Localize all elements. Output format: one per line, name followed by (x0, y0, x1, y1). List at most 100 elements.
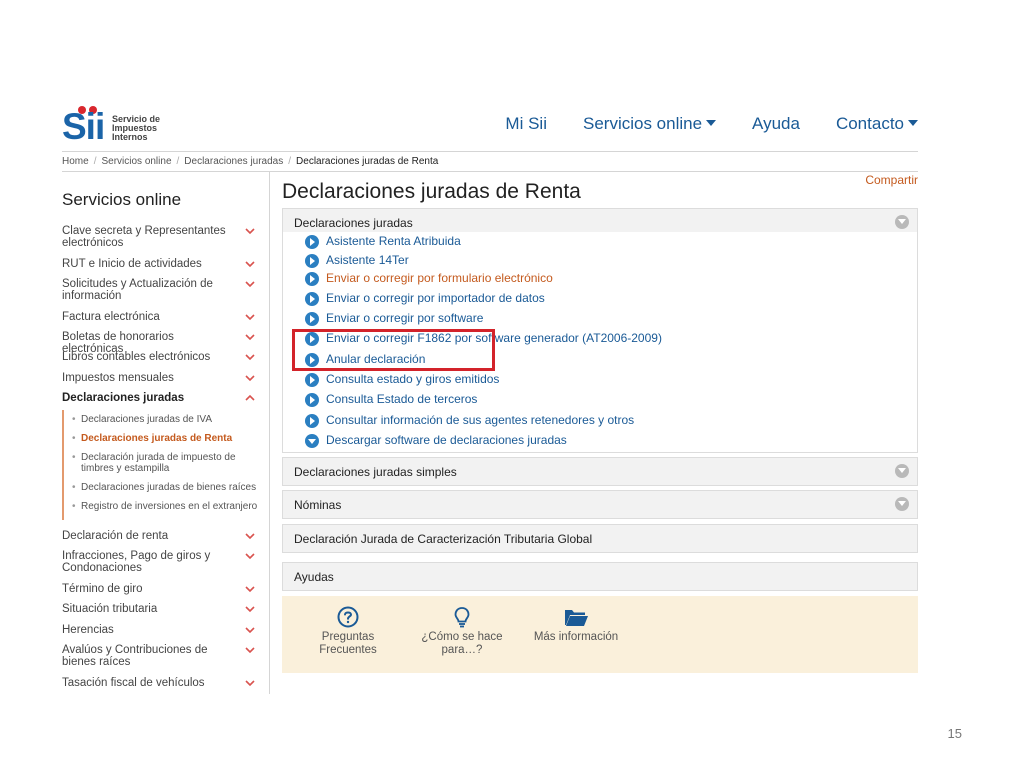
link-text: Enviar o corregir por software (326, 311, 484, 325)
nav-label: Mi Sii (505, 114, 547, 133)
chevron-down-icon (245, 334, 255, 341)
link-text: Enviar o corregir por formulario electró… (326, 271, 553, 285)
aid-label: para…? (441, 644, 483, 656)
link-text: Consulta Estado de terceros (326, 392, 478, 406)
nav-label: Servicios online (582, 114, 703, 133)
aid-mas-informacion[interactable]: Más información (530, 606, 622, 644)
chevron-down-icon (245, 553, 255, 560)
submenu-item-label: Declaración jurada de impuesto de timbre… (81, 452, 236, 474)
expand-toggle-icon[interactable] (895, 464, 909, 478)
panel-label: Nóminas (294, 498, 342, 512)
folder-open-icon (565, 610, 588, 626)
nav-ayuda[interactable]: Ayuda (716, 114, 800, 134)
breadcrumb-servicios[interactable]: Servicios online (101, 156, 171, 167)
panel-header[interactable]: Declaración Jurada de Caracterización Tr… (283, 525, 917, 552)
ayudas-box: Preguntas Frecuentes ¿Cómo se hace para…… (282, 596, 918, 673)
breadcrumb-separator: / (288, 156, 292, 167)
arrow-right-circle-icon (305, 373, 319, 387)
main-nav: Mi Sii Servicios online Ayuda Contacto (469, 114, 918, 134)
sidebar-item-label: Término de giro (62, 583, 143, 595)
sidebar-item-declaraciones-juradas[interactable]: Declaraciones juradas (62, 392, 262, 404)
chevron-down-icon (245, 375, 255, 382)
sidebar-item-declaracion-renta[interactable]: Declaración de renta (62, 530, 262, 542)
slide-number: 15 (947, 726, 962, 741)
sidebar-item-avaluos[interactable]: Avalúos y Contribuciones de bienes raíce… (62, 644, 262, 668)
panel-header[interactable]: Nóminas (283, 491, 917, 518)
sidebar-item-impuestos[interactable]: Impuestos mensuales (62, 372, 262, 384)
sii-logo[interactable]: Sii Servicio de Impuestos Internos (62, 106, 172, 146)
nav-servicios-online[interactable]: Servicios online (547, 114, 717, 134)
sidebar-item-label: Impuestos mensuales (62, 372, 174, 384)
sidebar-item-situacion[interactable]: Situación tributaria (62, 603, 262, 615)
panel-ayudas[interactable]: Ayudas (282, 562, 918, 591)
arrow-right-circle-icon (305, 254, 319, 268)
nav-contacto[interactable]: Contacto (800, 114, 918, 134)
sidebar-item-herencias[interactable]: Herencias (62, 624, 262, 636)
aid-label: Frecuentes (319, 644, 377, 656)
submenu-item-inversiones[interactable]: Registro de inversiones en el extranjero (72, 501, 258, 512)
page-title: Declaraciones juradas de Renta (282, 180, 581, 203)
sidebar-item-tasacion[interactable]: Tasación fiscal de vehículos (62, 677, 262, 689)
aid-como-se-hace[interactable]: ¿Cómo se hace para…? (412, 606, 512, 657)
submenu-item-renta[interactable]: Declaraciones juradas de Renta (72, 433, 258, 444)
chevron-down-icon (245, 314, 255, 321)
panel-caracterizacion-tributaria[interactable]: Declaración Jurada de Caracterización Tr… (282, 524, 918, 553)
nav-label: Ayuda (752, 114, 800, 133)
sidebar-item-label: Situación tributaria (62, 603, 158, 615)
submenu-item-iva[interactable]: Declaraciones juradas de IVA (72, 414, 258, 425)
link-text: Enviar o corregir por importador de dato… (326, 291, 545, 305)
panel-label: Declaraciones juradas simples (294, 465, 457, 479)
aid-label: Más información (533, 631, 619, 643)
panel-label: Declaraciones juradas (294, 216, 413, 230)
sidebar-item-termino-giro[interactable]: Término de giro (62, 583, 262, 595)
aid-preguntas-frecuentes[interactable]: Preguntas Frecuentes (312, 606, 384, 657)
panel-header[interactable]: Declaraciones juradas simples (283, 458, 917, 485)
link-text: Descargar software de declaraciones jura… (326, 433, 567, 447)
sidebar-item-infracciones[interactable]: Infracciones, Pago de giros y Condonacio… (62, 550, 262, 574)
sidebar-item-label: Infracciones, Pago de giros y Condonacio… (62, 550, 211, 574)
sidebar-item-label: Libros contables electrónicos (62, 351, 211, 363)
breadcrumb-separator: / (176, 156, 180, 167)
arrow-right-circle-icon (305, 235, 319, 249)
chevron-down-icon (245, 680, 255, 687)
sidebar-item-label: RUT e Inicio de actividades (62, 258, 202, 270)
arrow-right-circle-icon (305, 414, 319, 428)
panel-declaraciones-simples[interactable]: Declaraciones juradas simples (282, 457, 918, 486)
sidebar-item-label: Factura electrónica (62, 311, 160, 323)
link-text: Consulta estado y giros emitidos (326, 372, 500, 386)
expand-toggle-icon[interactable] (895, 497, 909, 511)
sidebar-item-clave-secreta[interactable]: Clave secreta y Representantes electróni… (62, 225, 262, 249)
sidebar-item-label: Tasación fiscal de vehículos (62, 677, 205, 689)
chevron-down-icon (245, 228, 255, 235)
breadcrumb-declaraciones[interactable]: Declaraciones juradas (184, 156, 283, 167)
share-link[interactable]: Compartir (865, 173, 918, 187)
submenu-item-bienes-raices[interactable]: Declaraciones juradas de bienes raíces (72, 482, 258, 493)
aid-label: ¿Cómo se hace (421, 631, 503, 643)
site-header: Sii Servicio de Impuestos Internos Mi Si… (62, 100, 918, 152)
breadcrumb-home[interactable]: Home (62, 156, 89, 167)
sidebar-item-solicitudes[interactable]: Solicitudes y Actualización de informaci… (62, 278, 262, 302)
submenu-item-label: Registro de inversiones en el extranjero (81, 501, 258, 512)
chevron-down-icon (245, 354, 255, 361)
sidebar-item-rut[interactable]: RUT e Inicio de actividades (62, 258, 262, 270)
caret-down-icon (908, 119, 918, 126)
chevron-down-icon (245, 606, 255, 613)
submenu-item-timbres[interactable]: Declaración jurada de impuesto de timbre… (72, 452, 258, 474)
nav-label: Contacto (835, 114, 904, 133)
sidebar-item-label: Declaraciones juradas (62, 392, 185, 404)
chevron-down-icon (245, 627, 255, 634)
panel-label: Ayudas (294, 570, 334, 584)
aid-label: Preguntas (321, 631, 375, 643)
nav-mi-sii[interactable]: Mi Sii (469, 114, 547, 134)
link-text: Asistente Renta Atribuida (326, 234, 461, 248)
breadcrumb-current: Declaraciones juradas de Renta (296, 156, 439, 167)
panel-header[interactable]: Ayudas (283, 563, 917, 590)
collapse-toggle-icon[interactable] (895, 215, 909, 229)
sidebar-item-factura[interactable]: Factura electrónica (62, 311, 262, 323)
sidebar-item-libros[interactable]: Libros contables electrónicos (62, 351, 262, 363)
sidebar: Servicios online Clave secreta y Represe… (62, 172, 270, 694)
panel-nominas[interactable]: Nóminas (282, 490, 918, 519)
sii-page: Sii Servicio de Impuestos Internos Mi Si… (62, 100, 918, 700)
link-text: Asistente 14Ter (326, 253, 409, 267)
sidebar-item-label: Avalúos y Contribuciones de bienes raíce… (62, 644, 208, 668)
